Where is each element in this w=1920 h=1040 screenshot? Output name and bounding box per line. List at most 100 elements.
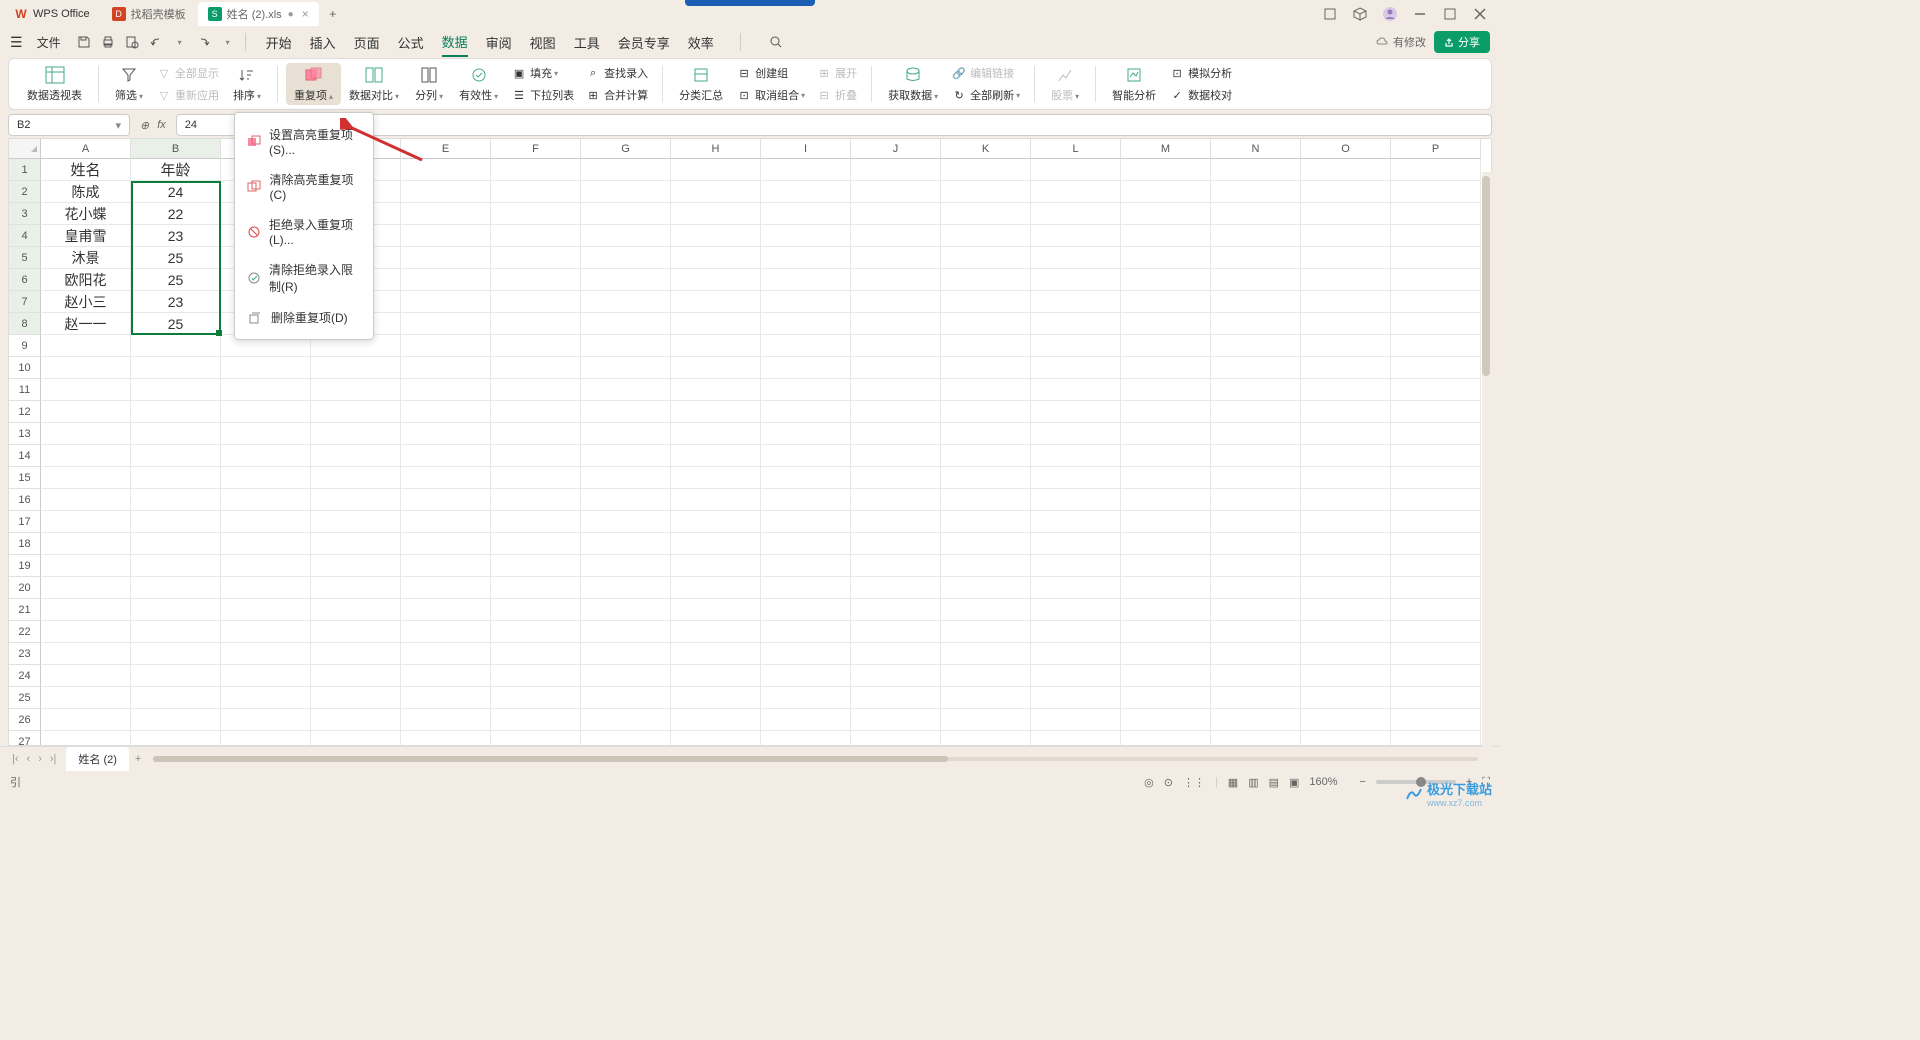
col-header-H[interactable]: H <box>671 139 761 159</box>
cell[interactable] <box>1301 643 1391 665</box>
zoom-fit-icon[interactable]: ▣ <box>1289 776 1299 789</box>
cell[interactable] <box>1211 401 1301 423</box>
cell[interactable] <box>1031 533 1121 555</box>
cell[interactable] <box>1301 665 1391 687</box>
cell[interactable] <box>1121 291 1211 313</box>
cell[interactable] <box>671 335 761 357</box>
cell[interactable] <box>1301 687 1391 709</box>
row-header-12[interactable]: 12 <box>9 401 41 423</box>
cell[interactable] <box>131 401 221 423</box>
cell[interactable] <box>131 665 221 687</box>
cell[interactable] <box>1121 643 1211 665</box>
cell[interactable] <box>1301 379 1391 401</box>
cell[interactable] <box>401 511 491 533</box>
menu-tab-review[interactable]: 审阅 <box>486 29 512 56</box>
cell[interactable] <box>491 269 581 291</box>
cell[interactable] <box>851 445 941 467</box>
cell[interactable] <box>1301 269 1391 291</box>
zoom-out-icon[interactable]: − <box>1359 776 1365 788</box>
row-header-8[interactable]: 8 <box>9 313 41 335</box>
cell[interactable] <box>581 467 671 489</box>
cell[interactable] <box>311 731 401 746</box>
cell[interactable] <box>1121 599 1211 621</box>
col-header-F[interactable]: F <box>491 139 581 159</box>
select-all-corner[interactable] <box>9 139 41 159</box>
cell[interactable] <box>1391 621 1481 643</box>
cell[interactable] <box>581 511 671 533</box>
cell[interactable] <box>581 379 671 401</box>
cell[interactable] <box>1391 489 1481 511</box>
row-header-5[interactable]: 5 <box>9 247 41 269</box>
row-header-2[interactable]: 2 <box>9 181 41 203</box>
cell[interactable] <box>851 489 941 511</box>
cell[interactable] <box>41 533 131 555</box>
subtotal-button[interactable]: 分类汇总 <box>671 63 731 105</box>
cell[interactable] <box>1031 731 1121 746</box>
col-header-J[interactable]: J <box>851 139 941 159</box>
cell[interactable] <box>1391 203 1481 225</box>
cell[interactable] <box>311 357 401 379</box>
cell[interactable] <box>311 577 401 599</box>
fx-icon[interactable]: fx <box>157 119 166 131</box>
cell[interactable] <box>671 467 761 489</box>
row-header-14[interactable]: 14 <box>9 445 41 467</box>
cell[interactable] <box>1121 335 1211 357</box>
cell[interactable] <box>491 577 581 599</box>
cell[interactable] <box>671 181 761 203</box>
cell[interactable] <box>131 379 221 401</box>
cell[interactable] <box>1121 159 1211 181</box>
cell[interactable] <box>671 379 761 401</box>
cell[interactable] <box>941 313 1031 335</box>
cell[interactable] <box>221 511 311 533</box>
cell[interactable] <box>941 577 1031 599</box>
row-header-13[interactable]: 13 <box>9 423 41 445</box>
col-header-P[interactable]: P <box>1391 139 1481 159</box>
spreadsheet[interactable]: ABCDEFGHIJKLMNOP1姓名年龄2陈成243花小蝶224皇甫雪235沐… <box>8 138 1492 746</box>
cell[interactable] <box>401 577 491 599</box>
cell[interactable] <box>1211 511 1301 533</box>
cell[interactable] <box>221 643 311 665</box>
cell[interactable]: 赵一一 <box>41 313 131 335</box>
cell[interactable] <box>1391 445 1481 467</box>
row-header-21[interactable]: 21 <box>9 599 41 621</box>
row-header-18[interactable]: 18 <box>9 533 41 555</box>
cell[interactable] <box>311 555 401 577</box>
cloud-status[interactable]: 有修改 <box>1375 34 1426 50</box>
cell[interactable] <box>1031 709 1121 731</box>
cell[interactable] <box>671 247 761 269</box>
cell[interactable] <box>941 159 1031 181</box>
cell[interactable]: 沐景 <box>41 247 131 269</box>
cell[interactable] <box>1031 401 1121 423</box>
maximize-icon[interactable] <box>1442 6 1458 22</box>
cell[interactable] <box>401 467 491 489</box>
cell[interactable] <box>851 577 941 599</box>
cell[interactable] <box>41 599 131 621</box>
reject-duplicate-item[interactable]: 拒绝录入重复项(L)... <box>235 209 373 254</box>
cell[interactable] <box>1391 247 1481 269</box>
find-entry-button[interactable]: ⌕查找录入 <box>580 63 654 83</box>
cell[interactable] <box>1121 665 1211 687</box>
eye-icon[interactable]: ◎ <box>1144 776 1154 789</box>
cell[interactable] <box>1211 709 1301 731</box>
cell[interactable] <box>1031 159 1121 181</box>
cell[interactable] <box>761 357 851 379</box>
cell[interactable] <box>401 599 491 621</box>
cell[interactable] <box>1031 643 1121 665</box>
cell[interactable] <box>1031 621 1121 643</box>
cube-icon[interactable] <box>1352 6 1368 22</box>
cell[interactable] <box>851 225 941 247</box>
cell[interactable] <box>401 335 491 357</box>
cell[interactable] <box>941 643 1031 665</box>
window-restore-icon[interactable] <box>1322 6 1338 22</box>
cell[interactable]: 23 <box>131 225 221 247</box>
sheet-nav-prev[interactable]: ‹ <box>25 753 33 765</box>
cell[interactable] <box>131 467 221 489</box>
col-header-E[interactable]: E <box>401 139 491 159</box>
cell[interactable] <box>581 423 671 445</box>
cell[interactable] <box>1391 731 1481 746</box>
cell[interactable] <box>1211 489 1301 511</box>
cell[interactable] <box>1391 159 1481 181</box>
cell[interactable] <box>581 687 671 709</box>
cell[interactable] <box>1301 357 1391 379</box>
view-normal-icon[interactable]: ▦ <box>1228 776 1238 789</box>
